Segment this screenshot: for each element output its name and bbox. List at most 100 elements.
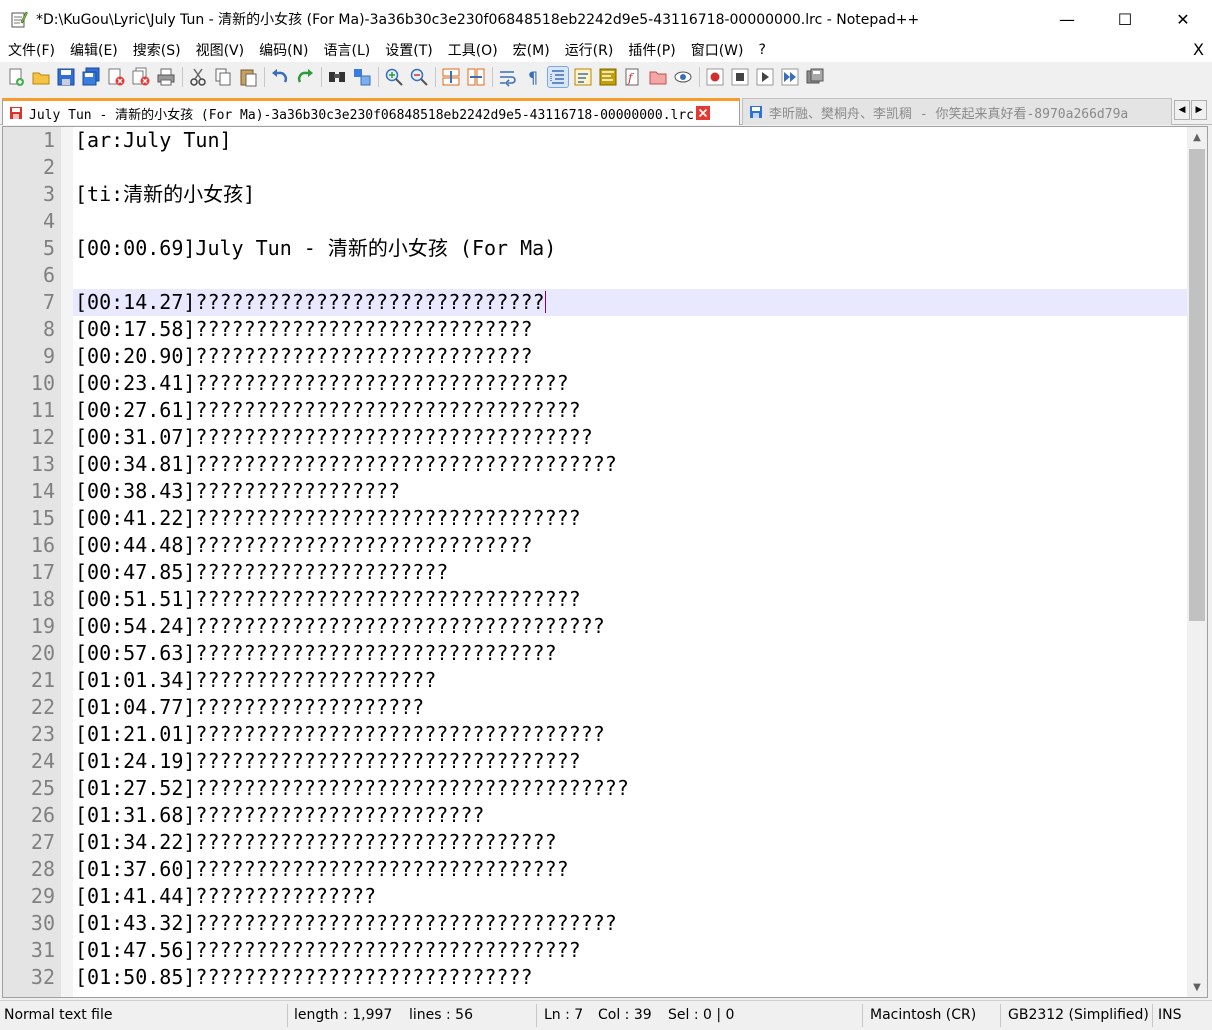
- editor-line[interactable]: [ti:清新的小女孩]: [73, 181, 1187, 208]
- menu-encoding[interactable]: 编码(N): [251, 40, 315, 60]
- menu-tools[interactable]: 工具(O): [440, 40, 505, 60]
- close-icon[interactable]: [106, 67, 126, 87]
- status-eol-format[interactable]: Macintosh (CR): [870, 1001, 976, 1030]
- line-number: 30: [30, 911, 55, 935]
- editor-line[interactable]: [00:41.22]??????????????????????????????…: [73, 505, 1187, 532]
- scroll-up-icon[interactable]: ▲: [1187, 127, 1207, 147]
- editor-line[interactable]: [00:38.43]?????????????????: [73, 478, 1187, 505]
- editor-line[interactable]: [01:24.19]??????????????????????????????…: [73, 748, 1187, 775]
- function-list-icon[interactable]: [573, 67, 593, 87]
- close-document-button[interactable]: X: [1193, 40, 1204, 59]
- monitoring-icon[interactable]: [673, 67, 693, 87]
- menu-macro[interactable]: 宏(M): [505, 40, 557, 60]
- minimize-button[interactable]: —: [1038, 0, 1096, 38]
- editor-line[interactable]: [00:23.41]??????????????????????????????…: [73, 370, 1187, 397]
- editor-line[interactable]: [00:20.90]????????????????????????????: [73, 343, 1187, 370]
- editor-line[interactable]: [00:00.69]July Tun - 清新的小女孩 (For Ma): [73, 235, 1187, 262]
- show-all-chars-icon[interactable]: ¶: [523, 67, 543, 87]
- status-encoding[interactable]: GB2312 (Simplified): [1008, 1001, 1149, 1030]
- menu-help[interactable]: ?: [751, 42, 773, 58]
- editor-line[interactable]: [00:17.58]????????????????????????????: [73, 316, 1187, 343]
- new-file-icon[interactable]: [6, 67, 26, 87]
- menu-run[interactable]: 运行(R): [557, 40, 621, 60]
- editor-line[interactable]: [00:44.48]????????????????????????????: [73, 532, 1187, 559]
- menu-edit[interactable]: 编辑(E): [62, 40, 125, 60]
- editor-line[interactable]: [01:21.01]??????????????????????????????…: [73, 721, 1187, 748]
- record-macro-icon[interactable]: [705, 67, 725, 87]
- menu-plugins[interactable]: 插件(P): [620, 40, 682, 60]
- scroll-down-icon[interactable]: ▼: [1187, 977, 1207, 997]
- editor-line[interactable]: [00:47.85]?????????????????????: [73, 559, 1187, 586]
- word-wrap-icon[interactable]: [498, 67, 518, 87]
- editor-line[interactable]: [01:01.34]????????????????????: [73, 667, 1187, 694]
- editor-line[interactable]: [01:47.56]??????????????????????????????…: [73, 937, 1187, 964]
- tab-scroll-right-button[interactable]: ▶: [1191, 100, 1207, 120]
- editor-line[interactable]: [01:41.44]???????????????: [73, 883, 1187, 910]
- replace-icon[interactable]: [352, 67, 372, 87]
- indent-guide-icon[interactable]: [547, 66, 569, 88]
- stop-macro-icon[interactable]: [730, 67, 750, 87]
- open-file-icon[interactable]: [31, 67, 51, 87]
- zoom-out-icon[interactable]: [409, 67, 429, 87]
- doc-switcher-icon[interactable]: f: [623, 67, 643, 87]
- zoom-in-icon[interactable]: [384, 67, 404, 87]
- editor-line[interactable]: [00:34.81]??????????????????????????????…: [73, 451, 1187, 478]
- sync-vertical-icon[interactable]: [441, 67, 461, 87]
- redo-icon[interactable]: [295, 67, 315, 87]
- line-number: 27: [30, 830, 55, 854]
- editor-line[interactable]: [01:37.60]??????????????????????????????…: [73, 856, 1187, 883]
- editor-line[interactable]: [01:43.32]??????????????????????????????…: [73, 910, 1187, 937]
- editor-line[interactable]: [00:54.24]??????????????????????????????…: [73, 613, 1187, 640]
- run-macro-multiple-icon[interactable]: [780, 67, 800, 87]
- editor-line[interactable]: [73, 262, 1187, 289]
- vertical-scrollbar[interactable]: ▲ ▼: [1187, 127, 1207, 997]
- paste-icon[interactable]: [238, 67, 258, 87]
- editor-line[interactable]: [73, 154, 1187, 181]
- current-line[interactable]: [00:14.27]?????????????????????????????: [73, 289, 1187, 316]
- editor-line[interactable]: [01:27.52]??????????????????????????????…: [73, 775, 1187, 802]
- tab-close-icon[interactable]: [696, 106, 710, 120]
- save-all-icon[interactable]: [81, 67, 101, 87]
- fold-margin[interactable]: [61, 127, 73, 997]
- editor-line[interactable]: [ar:July Tun]: [73, 127, 1187, 154]
- scrollbar-thumb[interactable]: [1189, 149, 1205, 621]
- find-icon[interactable]: [327, 67, 347, 87]
- save-macro-icon[interactable]: [805, 67, 825, 87]
- line-text: [00:54.24]??????????????????????????????…: [75, 614, 605, 638]
- editor-line[interactable]: [01:34.22]??????????????????????????????: [73, 829, 1187, 856]
- editor-line[interactable]: [00:57.63]??????????????????????????????: [73, 640, 1187, 667]
- tab-active-document[interactable]: July Tun - 清新的小女孩 (For Ma)-3a36b30c3e230…: [2, 98, 740, 125]
- editor-line[interactable]: [00:31.07]??????????????????????????????…: [73, 424, 1187, 451]
- menu-file[interactable]: 文件(F): [0, 40, 62, 60]
- editor-line[interactable]: [01:50.85]????????????????????????????: [73, 964, 1187, 991]
- maximize-button[interactable]: ☐: [1096, 0, 1154, 38]
- menu-search[interactable]: 搜索(S): [125, 40, 188, 60]
- sync-horizontal-icon[interactable]: [466, 67, 486, 87]
- folder-workspace-icon[interactable]: [648, 67, 668, 87]
- cut-icon[interactable]: [188, 67, 208, 87]
- title-bar: *D:\KuGou\Lyric\July Tun - 清新的小女孩 (For M…: [0, 0, 1212, 38]
- copy-icon[interactable]: [213, 67, 233, 87]
- print-icon[interactable]: [156, 67, 176, 87]
- document-map-icon[interactable]: [598, 67, 618, 87]
- undo-icon[interactable]: [270, 67, 290, 87]
- editor-line[interactable]: [00:27.61]??????????????????????????????…: [73, 397, 1187, 424]
- menu-language[interactable]: 语言(L): [316, 40, 378, 60]
- editor-line[interactable]: [01:04.77]???????????????????: [73, 694, 1187, 721]
- save-icon[interactable]: [56, 67, 76, 87]
- editor-line[interactable]: [73, 208, 1187, 235]
- editor-line[interactable]: [00:51.51]??????????????????????????????…: [73, 586, 1187, 613]
- status-insert-mode[interactable]: INS: [1158, 1001, 1182, 1030]
- menu-view[interactable]: 视图(V): [188, 40, 252, 60]
- editor-line[interactable]: [01:31.68]????????????????????????: [73, 802, 1187, 829]
- text-area[interactable]: [ar:July Tun] [ti:清新的小女孩] [00:00.69]July T…: [73, 127, 1187, 997]
- menu-window[interactable]: 窗口(W): [683, 40, 751, 60]
- window-close-button[interactable]: ✕: [1154, 0, 1212, 38]
- tab-scroll-left-button[interactable]: ◀: [1174, 100, 1190, 120]
- tab-inactive-document[interactable]: 李昕融、樊桐舟、李凯稠 - 你笑起来真好看-8970a266d79a: [742, 98, 1172, 125]
- play-macro-icon[interactable]: [755, 67, 775, 87]
- close-all-icon[interactable]: [131, 67, 151, 87]
- toolbar: ¶ f: [0, 62, 1212, 92]
- menu-settings[interactable]: 设置(T): [377, 40, 439, 60]
- editor[interactable]: 1 2 3 4 5 6 7 8 9 10 11 12 13 14 15 16 17 18 19 20 21 22 23 24 2…: [2, 126, 1208, 998]
